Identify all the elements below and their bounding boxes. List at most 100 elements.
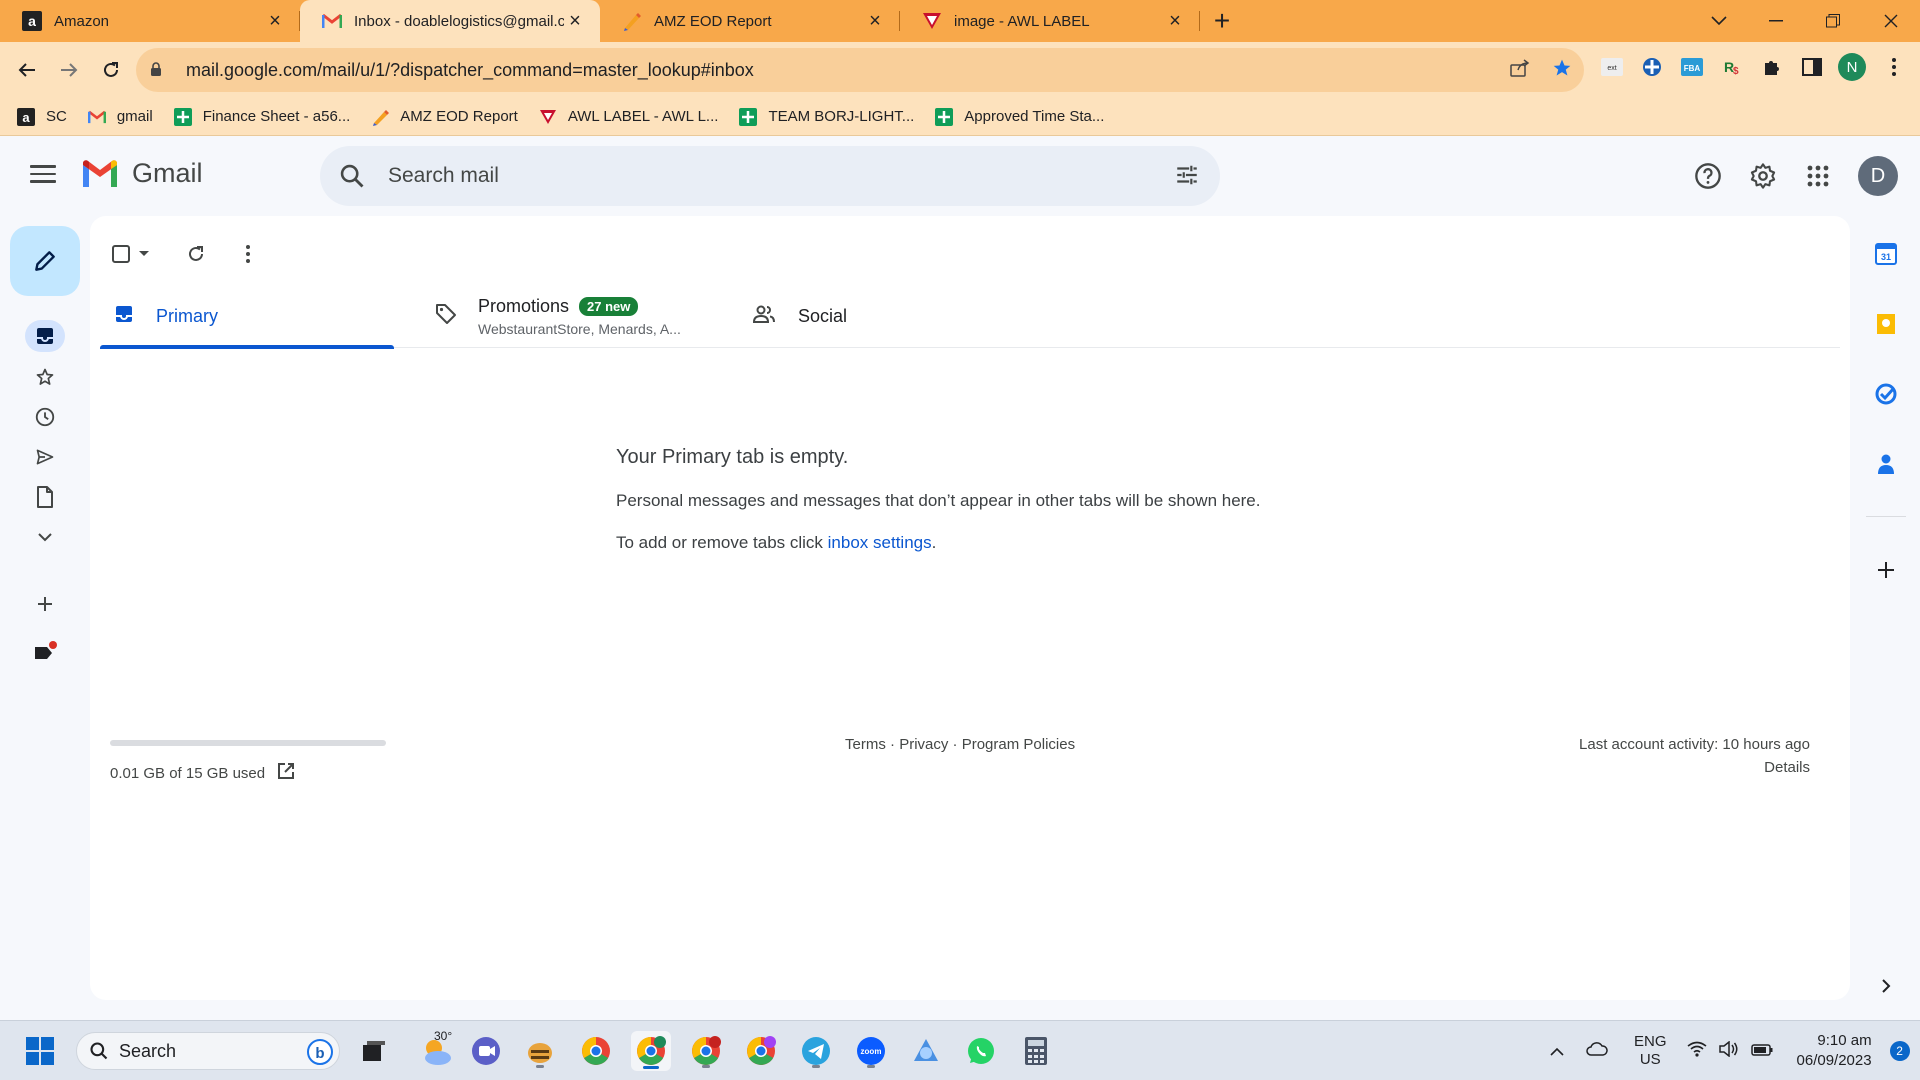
bookmark-awl-label[interactable]: AWL LABEL - AWL L... [538,107,718,127]
chrome-profile-n-icon[interactable] [631,1031,671,1071]
telegram-icon[interactable] [796,1031,836,1071]
bookmark-team-borj[interactable]: TEAM BORJ-LIGHT... [738,107,914,127]
main-menu-icon[interactable] [26,160,60,194]
new-tab-button[interactable]: + [1200,0,1244,42]
nav-starred[interactable] [25,361,65,393]
inbox-icon [114,304,134,329]
get-addons-plus-icon[interactable] [1872,556,1900,584]
windows-start-icon[interactable] [20,1031,60,1071]
close-tab-icon[interactable]: × [564,10,586,32]
select-checkbox[interactable] [112,238,150,270]
share-icon[interactable] [1510,58,1530,82]
back-button[interactable] [8,51,46,89]
onedrive-cloud-icon[interactable] [1586,1042,1608,1060]
reload-button[interactable] [92,51,130,89]
bookmark-approved-time[interactable]: Approved Time Sta... [934,107,1104,127]
create-label-button[interactable] [25,588,65,620]
search-options-icon[interactable] [1174,162,1200,194]
address-bar[interactable]: mail.google.com/mail/u/1/?dispatcher_com… [136,48,1584,92]
chrome-icon[interactable] [576,1031,616,1071]
calendar-icon[interactable]: 31 [1872,240,1900,268]
minimize-button[interactable] [1747,0,1805,42]
terms-link[interactable]: Terms [845,736,886,753]
tasks-icon[interactable] [1872,380,1900,408]
browser-tab-amz-eod[interactable]: AMZ EOD Report × [600,0,900,42]
empty-title: Your Primary tab is empty. [616,446,849,468]
task-view-icon[interactable] [354,1031,394,1071]
tab-promotions[interactable]: Promotions 27 new WebstaurantStore, Mena… [434,284,681,348]
search-icon[interactable] [338,162,366,196]
wifi-icon[interactable] [1687,1041,1707,1061]
close-tab-icon[interactable]: × [1164,10,1186,32]
tag-icon [434,302,458,331]
tab-primary[interactable]: Primary [100,284,394,349]
search-bar[interactable]: Search mail [320,146,1220,206]
close-tab-icon[interactable]: × [864,10,886,32]
tab-social[interactable]: Social [752,284,847,348]
close-window-button[interactable] [1862,0,1920,42]
side-panel-icon[interactable] [1798,53,1826,81]
fba-extension-icon[interactable]: FBA [1678,53,1706,81]
zoom-icon[interactable]: zoom [851,1031,891,1071]
extension-icon[interactable]: R $ [1718,53,1746,81]
notification-badge[interactable]: 2 [1889,1041,1910,1061]
bookmark-finance-sheet[interactable]: Finance Sheet - a56... [173,107,350,127]
tab-search-chevron-icon[interactable] [1690,0,1748,42]
chrome-profile-l-icon[interactable] [686,1031,726,1071]
bookmark-sc[interactable]: a SC [16,107,67,127]
clock[interactable]: 9:10 am 06/09/2023 [1797,1031,1872,1071]
language-indicator[interactable]: ENG US [1634,1033,1667,1069]
extension-icon[interactable] [1638,53,1666,81]
cloud-app-icon[interactable] [906,1031,946,1071]
browser-tab-awl-label[interactable]: image - AWL LABEL × [900,0,1200,42]
nav-label[interactable] [25,636,65,668]
extension-icon[interactable]: ext [1598,53,1626,81]
nav-snoozed[interactable] [25,401,65,433]
inbox-settings-link[interactable]: inbox settings [828,533,932,552]
bookmark-star-icon[interactable] [1552,58,1572,83]
taskbar-search[interactable]: Search b [76,1032,340,1070]
program-policies-link[interactable]: Program Policies [962,736,1075,753]
close-tab-icon[interactable]: × [264,10,286,32]
restore-button[interactable] [1804,0,1862,42]
open-external-icon[interactable] [277,762,295,784]
app-icon-bee[interactable] [520,1031,560,1071]
bookmark-amz-eod-report[interactable]: AMZ EOD Report [370,107,518,127]
video-chat-icon[interactable] [466,1031,506,1071]
keep-icon[interactable] [1872,310,1900,338]
settings-gear-icon[interactable] [1743,156,1783,196]
gmail-logo[interactable]: Gmail [80,158,203,189]
search-input[interactable]: Search mail [388,164,499,188]
compose-button[interactable] [10,226,80,296]
weather-widget[interactable]: 30° [412,1029,462,1071]
browser-tab-inbox[interactable]: Inbox - doablelogistics@gmail.co × [300,0,600,42]
details-link[interactable]: Details [1764,759,1810,776]
nav-more[interactable] [25,521,65,553]
privacy-link[interactable]: Privacy [899,736,948,753]
profile-avatar[interactable]: N [1838,53,1866,81]
bookmark-gmail[interactable]: gmail [87,107,153,127]
svg-text:31: 31 [1881,252,1891,262]
forward-button[interactable] [50,51,88,89]
nav-inbox[interactable] [25,320,65,352]
bing-icon[interactable]: b [307,1039,333,1070]
account-avatar[interactable]: D [1858,156,1898,196]
whatsapp-icon[interactable] [961,1031,1001,1071]
nav-sent[interactable] [25,441,65,473]
battery-icon[interactable] [1750,1043,1773,1060]
more-options-button[interactable] [245,238,251,270]
expand-panel-chevron-icon[interactable] [1872,972,1900,1000]
browser-tab-amazon[interactable]: a Amazon × [0,0,300,42]
help-icon[interactable] [1688,156,1728,196]
browser-menu-icon[interactable] [1880,53,1908,81]
chrome-profile-g-icon[interactable] [741,1031,781,1071]
google-apps-icon[interactable] [1798,156,1838,196]
puzzle-icon[interactable] [1758,53,1786,81]
nav-drafts[interactable] [25,481,65,513]
inbox-icon [37,328,53,344]
volume-icon[interactable] [1718,1040,1739,1061]
show-hidden-icons-chevron-icon[interactable] [1550,1043,1564,1060]
refresh-button[interactable] [186,238,206,270]
calculator-icon[interactable] [1016,1031,1056,1071]
contacts-icon[interactable] [1872,450,1900,478]
